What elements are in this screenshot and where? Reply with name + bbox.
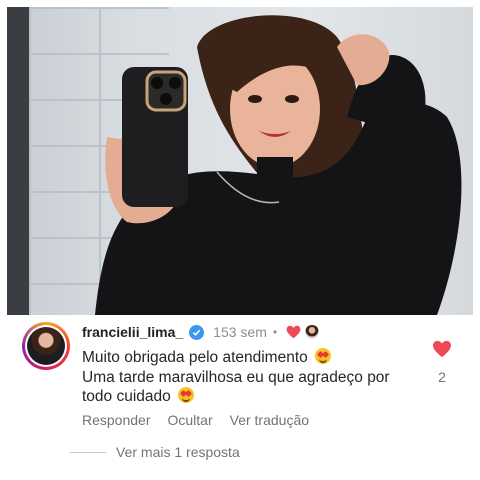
post-photo[interactable]: [7, 7, 473, 315]
separator-dot: •: [272, 325, 278, 339]
view-more-replies-label: Ver mais 1 resposta: [116, 444, 240, 460]
heart-eyes-emoji-icon: [315, 348, 332, 364]
selfie-photo: [7, 7, 473, 315]
hide-button[interactable]: Ocultar: [168, 412, 213, 428]
creator-liked-heart-icon: [286, 325, 301, 339]
like-control: 2: [430, 340, 454, 385]
person-figure: [95, 15, 462, 315]
reply-button[interactable]: Responder: [82, 412, 151, 428]
view-more-replies[interactable]: Ver mais 1 resposta: [70, 444, 240, 460]
translate-button[interactable]: Ver tradução: [230, 412, 309, 428]
comment-text: Muito obrigada pelo atendimento Uma tard…: [82, 348, 412, 407]
comment-line-1: Muito obrigada pelo atendimento: [82, 349, 308, 366]
avatar-story-ring[interactable]: [22, 322, 70, 370]
comment: francielii_lima_ 153 sem • Muito obrigad…: [0, 318, 480, 480]
username[interactable]: francielii_lima_: [82, 324, 183, 340]
comment-actions: Responder Ocultar Ver tradução: [82, 412, 326, 428]
like-heart-icon[interactable]: [432, 340, 452, 358]
like-count: 2: [438, 369, 446, 385]
comment-header: francielii_lima_ 153 sem •: [82, 322, 320, 342]
comment-timestamp: 153 sem: [213, 324, 267, 340]
heart-eyes-emoji-icon: [178, 387, 195, 403]
creator-avatar-icon: [305, 325, 320, 339]
verified-badge-icon: [189, 324, 205, 340]
comment-line-2: Uma tarde maravilhosa eu que agradeço po…: [82, 368, 390, 386]
divider-line: [70, 451, 106, 453]
avatar: [27, 327, 65, 365]
comment-line-3: todo cuidado: [82, 388, 171, 405]
